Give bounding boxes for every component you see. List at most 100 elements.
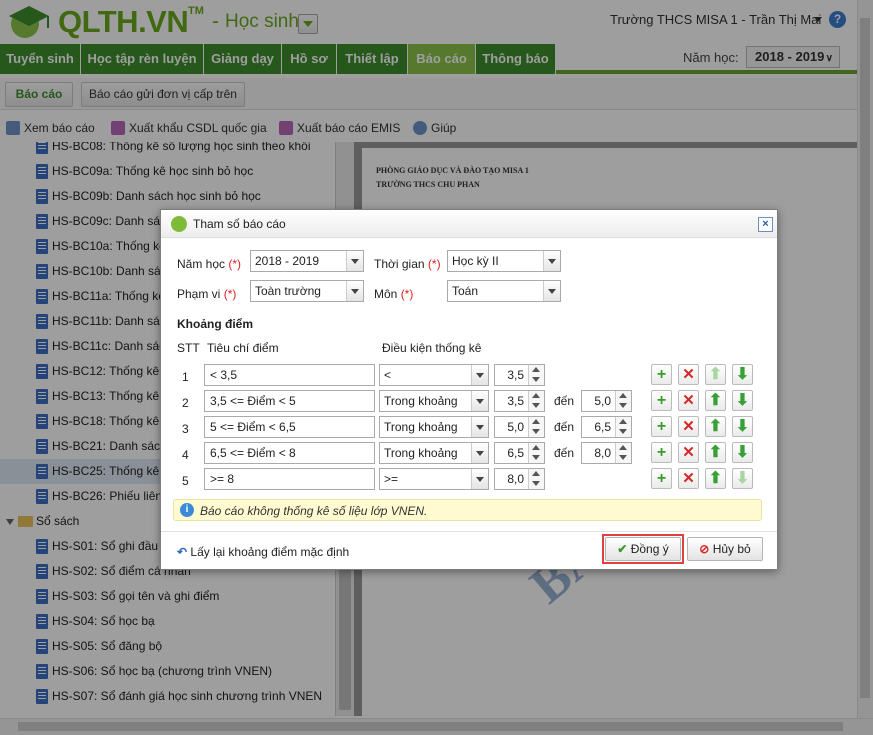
nam-hoc-label-text: Năm học — [177, 257, 226, 271]
col-stt: STT — [177, 341, 200, 355]
report-icon — [171, 216, 187, 232]
reset-label: Lấy lại khoảng điểm mặc định — [190, 545, 350, 559]
thoi-gian-select[interactable]: Học kỳ II — [447, 250, 561, 272]
move-down-button[interactable]: ⬇ — [732, 442, 753, 463]
cancel-label: Hủy bỏ — [712, 542, 751, 556]
add-row-button[interactable]: + — [651, 442, 672, 463]
delete-row-button[interactable]: ✕ — [678, 416, 699, 437]
dieu-kien-select[interactable]: Trong khoảng — [379, 416, 489, 438]
mon-label: Môn (*) — [374, 287, 413, 301]
ok-label: Đồng ý — [630, 542, 669, 556]
dialog-title: Tham số báo cáo — [193, 217, 286, 231]
info-icon: i — [180, 503, 194, 517]
delete-row-button[interactable]: ✕ — [678, 468, 699, 489]
dieu-kien-select[interactable]: >= — [379, 468, 489, 490]
delete-row-button[interactable]: ✕ — [678, 390, 699, 411]
value-from-input[interactable]: 3,5 — [494, 390, 545, 412]
den-label: đến — [554, 446, 575, 460]
delete-row-button[interactable]: ✕ — [678, 442, 699, 463]
spinner-icon[interactable] — [528, 417, 544, 437]
spinner-icon[interactable] — [615, 417, 631, 437]
move-up-button[interactable]: ⬆ — [705, 390, 726, 411]
row-stt: 4 — [182, 448, 189, 462]
move-up-button[interactable]: ⬆ — [705, 442, 726, 463]
value-from: 5,0 — [507, 420, 524, 434]
value-to: 5,0 — [594, 394, 611, 408]
khoang-diem-heading: Khoảng điểm — [177, 317, 254, 331]
value-to: 6,5 — [594, 420, 611, 434]
move-up-button[interactable]: ⬆ — [705, 364, 726, 385]
mon-label-text: Môn — [374, 287, 398, 301]
required-mark: (*) — [400, 287, 414, 301]
info-text: Báo cáo không thống kê số liệu lớp VNEN. — [200, 504, 428, 518]
spinner-icon[interactable] — [615, 391, 631, 411]
value-to-input[interactable]: 5,0 — [581, 390, 632, 412]
cancel-button[interactable]: ⊘ Hủy bỏ — [687, 537, 763, 561]
pham-vi-label: Phạm vi (*) — [177, 287, 236, 301]
required-mark: (*) — [228, 257, 242, 271]
den-label: đến — [554, 394, 575, 408]
dialog-header: Tham số báo cáo × — [161, 210, 777, 238]
reset-link[interactable]: ↶ Lấy lại khoảng điểm mặc định — [177, 545, 349, 559]
move-down-button[interactable]: ⬇ — [732, 364, 753, 385]
nam-hoc-label: Năm học (*) — [177, 257, 241, 271]
add-row-button[interactable]: + — [651, 416, 672, 437]
tieu-chi-input[interactable]: 6,5 <= Điểm < 8 — [204, 442, 375, 464]
move-down-button[interactable]: ⬇ — [732, 416, 753, 437]
thoi-gian-label-text: Thời gian — [374, 257, 425, 271]
spinner-icon[interactable] — [528, 365, 544, 385]
move-up-button[interactable]: ⬆ — [705, 468, 726, 489]
undo-icon: ↶ — [177, 545, 188, 559]
tieu-chi-input[interactable]: 3,5 <= Điểm < 5 — [204, 390, 375, 412]
mon-select[interactable]: Toán — [447, 280, 561, 302]
dieu-kien-select[interactable]: Trong khoảng — [379, 442, 489, 464]
row-stt: 3 — [182, 422, 189, 436]
spinner-icon[interactable] — [528, 443, 544, 463]
pham-vi-select[interactable]: Toàn trường — [250, 280, 364, 302]
row-stt: 2 — [182, 396, 189, 410]
dialog-footer: ↶ Lấy lại khoảng điểm mặc định — [161, 531, 777, 569]
tieu-chi-input[interactable]: >= 8 — [204, 468, 375, 490]
move-up-button[interactable]: ⬆ — [705, 416, 726, 437]
tieu-chi-input[interactable]: < 3,5 — [204, 364, 375, 386]
row-stt: 1 — [182, 370, 189, 384]
value-to-input[interactable]: 8,0 — [581, 442, 632, 464]
nam-hoc-select[interactable]: 2018 - 2019 — [250, 250, 364, 272]
spinner-icon[interactable] — [528, 391, 544, 411]
row-stt: 5 — [182, 474, 189, 488]
pham-vi-label-text: Phạm vi — [177, 287, 221, 301]
cancel-circle-icon: ⊘ — [699, 542, 710, 556]
tieu-chi-input[interactable]: 5 <= Điểm < 6,5 — [204, 416, 375, 438]
value-from-input[interactable]: 5,0 — [494, 416, 545, 438]
value-from-input[interactable]: 8,0 — [494, 468, 545, 490]
dieu-kien-select[interactable]: Trong khoảng — [379, 390, 489, 412]
move-down-button[interactable]: ⬇ — [732, 468, 753, 489]
close-icon[interactable]: × — [758, 217, 773, 232]
value-from: 3,5 — [507, 394, 524, 408]
required-mark: (*) — [427, 257, 441, 271]
required-mark: (*) — [223, 287, 237, 301]
ok-button[interactable]: ✔ Đồng ý — [605, 537, 681, 561]
col-tieu-chi: Tiêu chí điểm — [207, 341, 279, 355]
report-params-dialog: Tham số báo cáo × Năm học (*) 2018 - 201… — [160, 209, 778, 570]
den-label: đến — [554, 420, 575, 434]
value-from-input[interactable]: 6,5 — [494, 442, 545, 464]
delete-row-button[interactable]: ✕ — [678, 364, 699, 385]
move-down-button[interactable]: ⬇ — [732, 390, 753, 411]
spinner-icon[interactable] — [615, 443, 631, 463]
thoi-gian-label: Thời gian (*) — [374, 257, 441, 271]
info-banner: i Báo cáo không thống kê số liệu lớp VNE… — [173, 499, 762, 521]
add-row-button[interactable]: + — [651, 468, 672, 489]
value-from: 8,0 — [507, 472, 524, 486]
value-from: 3,5 — [507, 368, 524, 382]
spinner-icon[interactable] — [528, 469, 544, 489]
check-icon: ✔ — [617, 542, 628, 556]
value-from-input[interactable]: 3,5 — [494, 364, 545, 386]
dieu-kien-select[interactable]: < — [379, 364, 489, 386]
value-from: 6,5 — [507, 446, 524, 460]
value-to-input[interactable]: 6,5 — [581, 416, 632, 438]
col-dieu-kien: Điều kiện thống kê — [382, 341, 482, 355]
add-row-button[interactable]: + — [651, 390, 672, 411]
value-to: 8,0 — [594, 446, 611, 460]
add-row-button[interactable]: + — [651, 364, 672, 385]
